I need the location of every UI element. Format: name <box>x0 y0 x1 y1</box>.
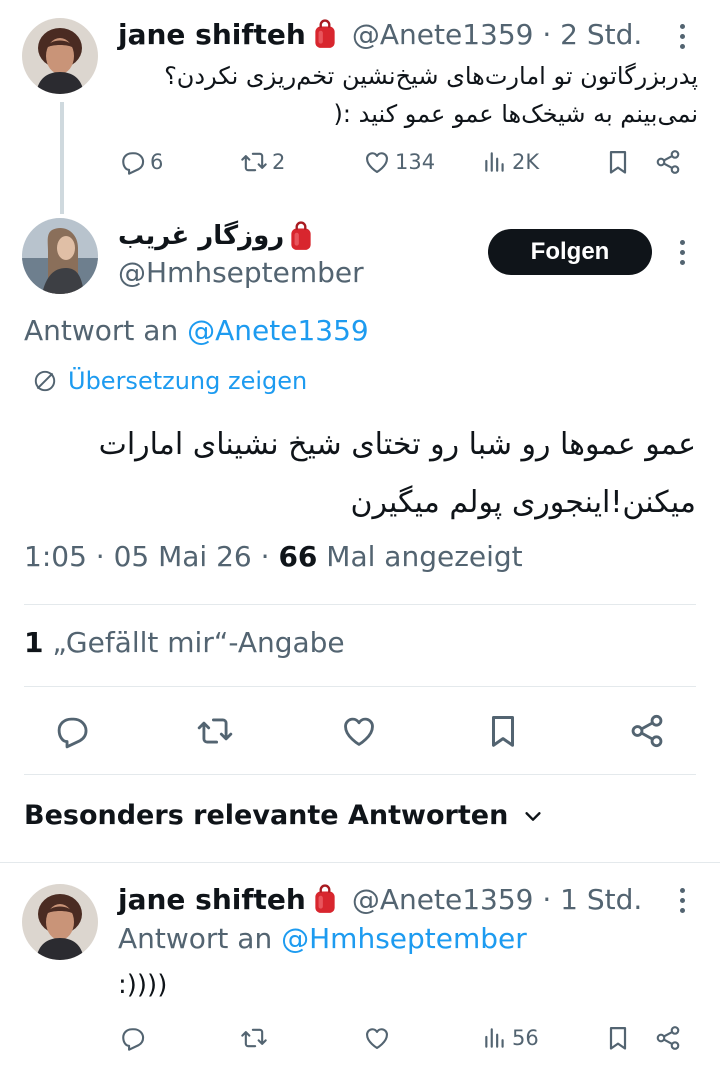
tweet2-reply-to: Antwort an @Anete1359 <box>24 314 369 347</box>
reply-to-handle-link[interactable]: @Anete1359 <box>187 314 369 347</box>
share-icon <box>654 1024 682 1052</box>
bookmark-icon <box>484 712 522 750</box>
likes-summary-label: „Gefällt mir“-Angabe <box>43 626 345 659</box>
reply-icon <box>118 1024 146 1052</box>
views-icon <box>482 148 508 176</box>
tweet3-reply-to: Antwort an @Hmhseptember <box>118 922 527 955</box>
thread-line <box>60 102 64 214</box>
divider <box>24 774 696 775</box>
reply-to-prefix: Antwort an <box>118 922 273 955</box>
tweet1-views-count: 2K <box>512 150 540 174</box>
translate-link[interactable]: Übersetzung zeigen <box>32 367 307 395</box>
tweet2-author-name[interactable]: روزگار غریب <box>118 221 284 251</box>
tweet2-views-count: 66 <box>278 540 318 573</box>
tweet2-text-line2: میکنن!اینجوری پولم میگیرن <box>350 485 696 520</box>
tweet1-like-button[interactable]: 134 <box>363 148 435 176</box>
tweet3-share-button[interactable] <box>654 1024 682 1052</box>
bookmark-icon <box>604 1024 632 1052</box>
tweet2-header: روزگار غریب <box>118 214 314 258</box>
tweet2-like-button[interactable] <box>340 712 378 750</box>
tweet1-reply-button[interactable]: 6 <box>118 148 163 176</box>
like-icon <box>363 148 391 176</box>
translate-label: Übersetzung zeigen <box>68 367 308 395</box>
tweet3-text: :)))) <box>118 970 168 1000</box>
tweet2-text-line1: عمو عموها رو شبا رو تختای شیخ نشینای اما… <box>98 427 696 462</box>
tweet2-likes-summary[interactable]: 1 „Gefällt mir“-Angabe <box>24 626 345 659</box>
divider <box>24 686 696 687</box>
views-icon <box>482 1024 508 1052</box>
tweet2-repost-button[interactable] <box>196 712 234 750</box>
tweet2-more-icon[interactable] <box>677 240 687 265</box>
repost-icon <box>196 712 234 750</box>
repost-icon <box>240 148 268 176</box>
tweet3-views-button[interactable]: 56 <box>482 1024 539 1052</box>
avatar-hmhseptember[interactable] <box>22 218 98 294</box>
chevron-down-icon <box>525 811 541 821</box>
tweet1-handle-time[interactable]: @Anete1359 · 2 Std. <box>352 18 642 51</box>
tweet2-meta: 1:05 · 05 Mai 26 · 66 Mal angezeigt <box>24 540 523 573</box>
sort-dropdown[interactable]: Besonders relevante Antworten <box>24 800 544 831</box>
avatar-jane[interactable] <box>22 884 98 960</box>
share-icon <box>628 712 666 750</box>
like-icon <box>340 712 378 750</box>
red-bag-emoji <box>312 884 338 914</box>
tweet1-views-button[interactable]: 2K <box>482 148 539 176</box>
tweet3-reply-button[interactable] <box>118 1024 146 1052</box>
tweet3-author-name[interactable]: jane shifteh <box>118 883 306 916</box>
tweet1-repost-count: 2 <box>272 150 286 174</box>
tweet3-like-button[interactable] <box>363 1024 391 1052</box>
tweet3-repost-button[interactable] <box>240 1024 268 1052</box>
reply-icon <box>118 148 146 176</box>
translate-icon <box>34 370 56 392</box>
tweet2-reply-button[interactable] <box>52 712 90 750</box>
red-bag-emoji <box>288 221 314 251</box>
divider <box>0 862 720 863</box>
tweet3-bookmark-button[interactable] <box>604 1024 632 1052</box>
share-icon <box>654 148 682 176</box>
follow-button[interactable]: Folgen <box>488 229 652 275</box>
tweet1-text-line2: نمی‌بینم به شیخک‌ها عمو عمو کنید :( <box>333 100 698 128</box>
tweet1-more-icon[interactable] <box>677 24 687 49</box>
like-icon <box>363 1024 391 1052</box>
tweet2-bookmark-button[interactable] <box>484 712 522 750</box>
bookmark-icon <box>604 148 632 176</box>
tweet1-bookmark-button[interactable] <box>604 148 632 176</box>
avatar-jane[interactable] <box>22 18 98 94</box>
repost-icon <box>240 1024 268 1052</box>
tweet3-more-icon[interactable] <box>677 888 687 913</box>
tweet1-text-line1: پدربزرگاتون تو امارت‌های شیخ‌نشین تخم‌ری… <box>164 62 698 90</box>
likes-summary-count: 1 <box>24 626 44 659</box>
tweet2-views-label: Mal angezeigt <box>317 540 523 573</box>
divider <box>24 604 696 605</box>
tweet1-like-count: 134 <box>395 150 436 174</box>
sort-label: Besonders relevante Antworten <box>24 800 509 831</box>
red-bag-emoji <box>312 19 338 49</box>
tweet2-share-button[interactable] <box>628 712 666 750</box>
reply-to-handle-link[interactable]: @Hmhseptember <box>281 922 527 955</box>
tweet1-reply-count: 6 <box>150 150 164 174</box>
reply-icon <box>52 712 90 750</box>
tweet2-timestamp[interactable]: 1:05 · 05 Mai 26 · <box>24 540 278 573</box>
tweet1-author-name[interactable]: jane shifteh <box>118 18 306 51</box>
tweet3-handle-time[interactable]: @Anete1359 · 1 Std. <box>352 883 642 916</box>
tweet2-handle[interactable]: @Hmhseptember <box>118 256 364 289</box>
tweet1-header: jane shifteh @Anete1359 · 2 Std. <box>118 14 642 54</box>
tweet3-header: jane shifteh @Anete1359 · 1 Std. <box>118 878 642 920</box>
reply-to-prefix: Antwort an <box>24 314 179 347</box>
tweet3-views-count: 56 <box>512 1026 539 1050</box>
tweet1-repost-button[interactable]: 2 <box>240 148 285 176</box>
tweet1-share-button[interactable] <box>654 148 682 176</box>
